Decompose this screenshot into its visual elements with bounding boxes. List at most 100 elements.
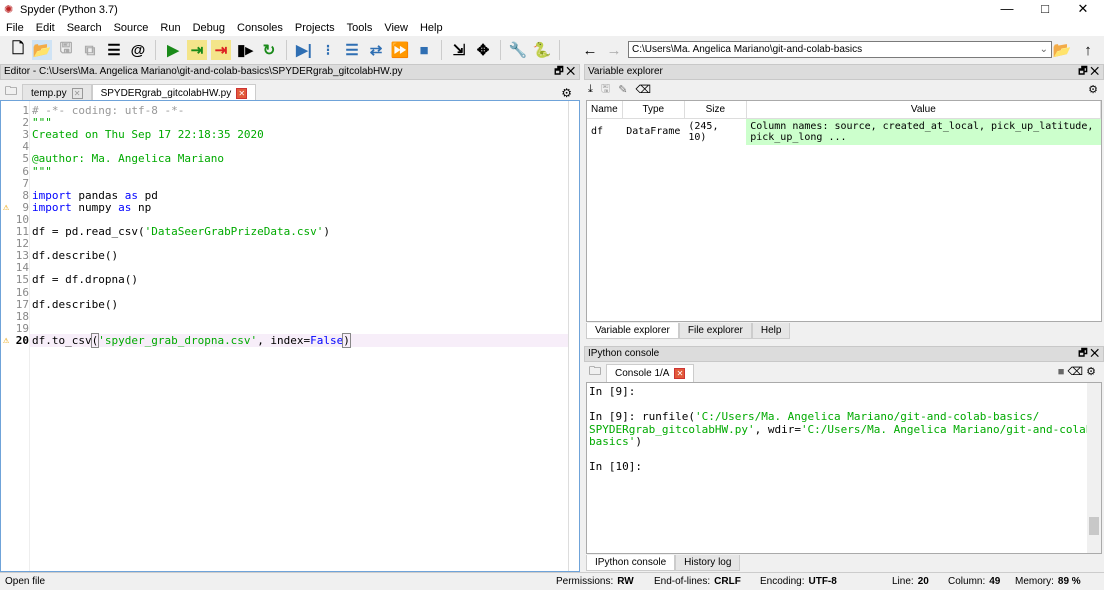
close-tab-icon[interactable]: ✕ (236, 88, 247, 99)
menu-view[interactable]: View (384, 22, 408, 34)
code-token: , index= (257, 334, 310, 347)
status-encoding: Encoding:UTF-8 (760, 573, 837, 590)
console-title: IPython console (588, 348, 659, 359)
run-cell-icon[interactable]: ⇥ (187, 40, 207, 60)
maximize-button[interactable]: □ (1028, 0, 1062, 20)
tab-history-log[interactable]: History log (675, 555, 740, 571)
parent-dir-arrow-icon[interactable]: ↑ (1078, 40, 1098, 60)
run-icon[interactable]: ▶ (163, 40, 183, 60)
status-memory: Memory:89 % (1015, 573, 1081, 590)
menu-search[interactable]: Search (67, 22, 102, 34)
preferences-wrench-icon[interactable]: 🔧 (508, 40, 528, 60)
eraser-icon[interactable]: ⌫ (1068, 366, 1084, 378)
menu-bar: File Edit Search Source Run Debug Consoles Proj… (0, 20, 1104, 36)
step-icon[interactable]: ⁝ (318, 40, 338, 60)
console-controls: ■ ⌫ ⚙ (1058, 365, 1096, 378)
tab-help[interactable]: Help (752, 323, 791, 339)
save-icon[interactable]: 🖫 (56, 40, 76, 60)
eraser-icon[interactable]: ⌫ (635, 83, 651, 96)
save-all-icon[interactable]: ⧉ (80, 40, 100, 60)
new-file-icon[interactable]: 🗋 (8, 40, 28, 60)
menu-projects[interactable]: Projects (295, 22, 335, 34)
fullscreen-icon[interactable]: ✥ (473, 40, 493, 60)
warning-icon[interactable]: ⚠ (3, 202, 9, 213)
run-cell-advance-icon[interactable]: ⇥ (211, 40, 231, 60)
console-token: In [9]: runfile( (589, 410, 695, 423)
step-return-icon[interactable]: ⇄ (366, 40, 386, 60)
menu-run[interactable]: Run (160, 22, 180, 34)
warning-icon[interactable]: ⚠ (3, 335, 9, 346)
options-gear-icon[interactable]: ⚙ (561, 86, 572, 100)
list-icon[interactable]: ☰ (104, 40, 124, 60)
line-number: 8 (1, 190, 29, 202)
save-as-icon[interactable]: ✎ (618, 83, 627, 96)
code-token: df = df.dropna() (32, 273, 138, 286)
tab-console-1a[interactable]: Console 1/A✕ (606, 364, 694, 382)
table-row[interactable]: df DataFrame (245, 10) Column names: sou… (587, 118, 1101, 145)
text-cursor (350, 334, 351, 347)
code-token: Created on Thu Sep 17 22:18:35 2020 (32, 128, 264, 141)
rerun-icon[interactable]: ↻ (259, 40, 279, 60)
continue-icon[interactable]: ⏩ (390, 40, 410, 60)
code-token: ) (343, 334, 350, 347)
status-bar: Open file Permissions:RW End-of-lines:CR… (0, 572, 1104, 590)
value: UTF-8 (808, 576, 836, 587)
status-message: Open file (5, 573, 45, 590)
options-gear-icon[interactable]: ⚙ (1086, 366, 1096, 378)
col-name[interactable]: Name (587, 101, 622, 118)
console-line: In [10]: (589, 461, 1099, 474)
console-line (589, 449, 1099, 462)
working-directory-combo[interactable]: C:\Users\Ma. Angelica Mariano\git-and-co… (628, 41, 1052, 58)
code-token: import (32, 189, 72, 202)
back-arrow-icon[interactable]: ← (580, 40, 600, 60)
menu-help[interactable]: Help (420, 22, 443, 34)
menu-tools[interactable]: Tools (347, 22, 373, 34)
menu-debug[interactable]: Debug (193, 22, 225, 34)
browse-tabs-icon[interactable]: 🗀 (584, 362, 606, 383)
status-line: Line:20 (892, 573, 929, 590)
maximize-pane-icon[interactable]: ⇲ (449, 40, 469, 60)
menu-edit[interactable]: Edit (36, 22, 55, 34)
col-value[interactable]: Value (746, 101, 1100, 118)
open-file-icon[interactable]: 📂 (32, 40, 52, 60)
value: CRLF (714, 576, 741, 587)
at-icon[interactable]: @ (128, 40, 148, 60)
ipython-console[interactable]: In [9]:In [9]: runfile('C:/Users/Ma. Ang… (586, 382, 1102, 554)
debug-icon[interactable]: ▶| (294, 40, 314, 60)
minimize-button[interactable]: — (990, 0, 1024, 20)
menu-file[interactable]: File (6, 22, 24, 34)
undock-close-icon[interactable]: 🗗 ✕ (1078, 347, 1099, 361)
menu-consoles[interactable]: Consoles (237, 22, 283, 34)
menu-source[interactable]: Source (114, 22, 149, 34)
var-value: Column names: source, created_at_local, … (746, 118, 1100, 145)
import-data-icon[interactable]: ⤓ (588, 83, 593, 96)
code-editor[interactable]: 1# -*- coding: utf-8 -*-2"""3Created on … (0, 100, 580, 572)
col-type[interactable]: Type (622, 101, 684, 118)
stop-icon[interactable]: ■ (414, 40, 434, 60)
chevron-down-icon[interactable]: ⌄ (1040, 42, 1048, 57)
step-into-icon[interactable]: ☰ (342, 40, 362, 60)
options-gear-icon[interactable]: ⚙ (1088, 83, 1098, 96)
console-scrollbar[interactable] (1087, 383, 1101, 553)
code-token: """ (32, 165, 52, 178)
undock-close-icon[interactable]: 🗗 ✕ (1078, 65, 1099, 79)
python-path-icon[interactable]: 🐍 (532, 40, 552, 60)
undock-close-icon[interactable]: 🗗 ✕ (554, 65, 575, 79)
tab-file-explorer[interactable]: File explorer (679, 323, 752, 339)
tab-ipython-console[interactable]: IPython console (586, 555, 675, 571)
run-selection-icon[interactable]: ▮▸ (235, 40, 255, 60)
close-tab-icon[interactable]: ✕ (674, 368, 685, 379)
varexp-title: Variable explorer (588, 66, 663, 77)
close-button[interactable]: ✕ (1066, 0, 1100, 20)
save-data-icon[interactable]: 🖫 (601, 80, 610, 99)
stop-icon[interactable]: ■ (1058, 366, 1065, 378)
console-bottom-tabs: IPython console History log (586, 555, 740, 571)
col-size[interactable]: Size (684, 101, 746, 118)
tab-variable-explorer[interactable]: Variable explorer (586, 323, 679, 339)
code-line: # -*- coding: utf-8 -*- (32, 105, 184, 117)
forward-arrow-icon[interactable]: → (604, 40, 624, 60)
code-line: """ (32, 166, 52, 178)
title-bar: ✺ Spyder (Python 3.7) — □ ✕ (0, 0, 1104, 20)
browse-folder-icon[interactable]: 📂 (1052, 40, 1072, 60)
close-tab-icon[interactable]: ✕ (72, 88, 83, 99)
